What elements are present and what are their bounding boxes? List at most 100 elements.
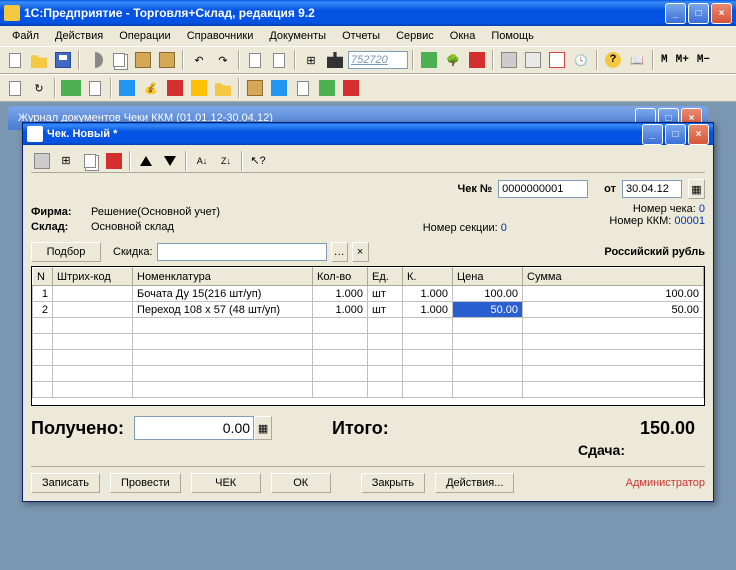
items-grid[interactable]: N Штрих-код Номенклатура Кол-во Ед. К. Ц… xyxy=(31,266,705,406)
cell-nomen[interactable]: Бочата Ду 15(216 шт/уп) xyxy=(133,286,313,302)
tb2-d-icon[interactable] xyxy=(84,77,106,99)
menu-windows[interactable]: Окна xyxy=(442,28,484,44)
tb2-l-icon[interactable] xyxy=(292,77,314,99)
tb2-m-icon[interactable] xyxy=(316,77,338,99)
menu-help[interactable]: Помощь xyxy=(483,28,542,44)
save-icon[interactable] xyxy=(52,49,74,71)
doc-b-icon[interactable] xyxy=(268,49,290,71)
close-button[interactable]: × xyxy=(711,3,732,24)
calc-icon[interactable] xyxy=(522,49,544,71)
skidka-pick-button[interactable]: … xyxy=(331,242,348,262)
copy-icon[interactable] xyxy=(108,49,130,71)
col-barcode[interactable]: Штрих-код xyxy=(53,268,133,286)
toolbar-search-input[interactable] xyxy=(348,51,408,69)
date-field[interactable]: 30.04.12 xyxy=(622,180,682,198)
menu-operations[interactable]: Операции xyxy=(111,28,178,44)
cell-n[interactable]: 1 xyxy=(33,286,53,302)
close-button-dlg[interactable]: Закрыть xyxy=(361,473,425,493)
tb2-h-icon[interactable] xyxy=(188,77,210,99)
cell-barcode[interactable] xyxy=(53,302,133,318)
cell-unit[interactable]: шт xyxy=(368,302,403,318)
col-n[interactable]: N xyxy=(33,268,53,286)
date-picker-button[interactable]: ▦ xyxy=(688,179,705,199)
actions-button[interactable]: Действия... xyxy=(435,473,514,493)
cell-sum[interactable]: 50.00 xyxy=(523,302,704,318)
clock-icon[interactable]: 🕓 xyxy=(570,49,592,71)
new-icon[interactable] xyxy=(4,49,26,71)
dlg-sort-za-icon[interactable]: Z↓ xyxy=(215,150,237,172)
table-row-empty[interactable] xyxy=(33,350,704,366)
kkm-value[interactable]: 00001 xyxy=(674,215,705,227)
tb2-b-icon[interactable]: ↻ xyxy=(28,77,50,99)
book-icon[interactable]: 📖 xyxy=(626,49,648,71)
cut-icon[interactable] xyxy=(84,49,106,71)
menu-file[interactable]: Файл xyxy=(4,28,47,44)
table-icon[interactable]: ⊞ xyxy=(300,49,322,71)
mminus-label[interactable]: M− xyxy=(694,54,713,66)
undo-icon[interactable]: ↶ xyxy=(188,49,210,71)
dlg-copy-icon[interactable] xyxy=(79,150,101,172)
skidka-clear-button[interactable]: × xyxy=(352,242,369,262)
menu-actions[interactable]: Действия xyxy=(47,28,111,44)
cell-price[interactable]: 100.00 xyxy=(453,286,523,302)
received-calc-button[interactable]: ▦ xyxy=(254,416,272,440)
stamp-icon[interactable] xyxy=(418,49,440,71)
check-button[interactable]: ЧЕК xyxy=(191,473,261,493)
minimize-button[interactable]: _ xyxy=(665,3,686,24)
section-value[interactable]: 0 xyxy=(501,222,507,234)
tb2-a-icon[interactable] xyxy=(4,77,26,99)
table-row[interactable]: 2 Переход 108 x 57 (48 шт/уп) 1.000 шт 1… xyxy=(33,302,704,318)
col-unit[interactable]: Ед. xyxy=(368,268,403,286)
ok-button[interactable]: ОК xyxy=(271,473,331,493)
open-icon[interactable] xyxy=(28,49,50,71)
tb2-k-icon[interactable] xyxy=(268,77,290,99)
delete-icon[interactable] xyxy=(466,49,488,71)
table-row-empty[interactable] xyxy=(33,366,704,382)
tb2-g-icon[interactable] xyxy=(164,77,186,99)
check-no-field[interactable]: 0000000001 xyxy=(498,180,588,198)
cell-qty[interactable]: 1.000 xyxy=(313,302,368,318)
received-input[interactable] xyxy=(134,416,254,440)
cell-k[interactable]: 1.000 xyxy=(403,286,453,302)
admin-link[interactable]: Администратор xyxy=(626,477,705,489)
dlg-grid-icon[interactable]: ⊞ xyxy=(55,150,77,172)
find-icon[interactable] xyxy=(324,49,346,71)
cell-barcode[interactable] xyxy=(53,286,133,302)
table-row[interactable]: 1 Бочата Ду 15(216 шт/уп) 1.000 шт 1.000… xyxy=(33,286,704,302)
col-sum[interactable]: Сумма xyxy=(523,268,704,286)
inbox-icon[interactable] xyxy=(156,49,178,71)
cell-unit[interactable]: шт xyxy=(368,286,403,302)
col-qty[interactable]: Кол-во xyxy=(313,268,368,286)
calendar-icon[interactable] xyxy=(546,49,568,71)
menu-docs[interactable]: Документы xyxy=(261,28,334,44)
tree-icon[interactable]: 🌳 xyxy=(442,49,464,71)
mplus-label[interactable]: M+ xyxy=(673,54,692,66)
post-button[interactable]: Провести xyxy=(110,473,181,493)
cell-qty[interactable]: 1.000 xyxy=(313,286,368,302)
skidka-field[interactable] xyxy=(157,243,327,261)
help-icon[interactable]: ? xyxy=(602,49,624,71)
print-icon[interactable] xyxy=(498,49,520,71)
table-row-empty[interactable] xyxy=(33,334,704,350)
dlg-del-icon[interactable] xyxy=(103,150,125,172)
table-row-empty[interactable] xyxy=(33,382,704,398)
tb2-c-icon[interactable] xyxy=(60,77,82,99)
write-button[interactable]: Записать xyxy=(31,473,100,493)
menu-service[interactable]: Сервис xyxy=(388,28,442,44)
redo-icon[interactable]: ↷ xyxy=(212,49,234,71)
dlg-down-icon[interactable] xyxy=(159,150,181,172)
tb2-i-icon[interactable] xyxy=(212,77,234,99)
cell-n[interactable]: 2 xyxy=(33,302,53,318)
cell-sum[interactable]: 100.00 xyxy=(523,286,704,302)
dlg-pointer-icon[interactable]: ↖? xyxy=(247,150,269,172)
check-num-value[interactable]: 0 xyxy=(699,203,705,215)
col-price[interactable]: Цена xyxy=(453,268,523,286)
col-nomen[interactable]: Номенклатура xyxy=(133,268,313,286)
dlg-print-icon[interactable] xyxy=(31,150,53,172)
cell-price-selected[interactable]: 50.00 xyxy=(453,302,523,318)
dlg-maximize-button[interactable]: □ xyxy=(665,124,686,145)
dlg-minimize-button[interactable]: _ xyxy=(642,124,663,145)
m-label[interactable]: M xyxy=(658,54,671,66)
dlg-up-icon[interactable] xyxy=(135,150,157,172)
tb2-n-icon[interactable] xyxy=(340,77,362,99)
